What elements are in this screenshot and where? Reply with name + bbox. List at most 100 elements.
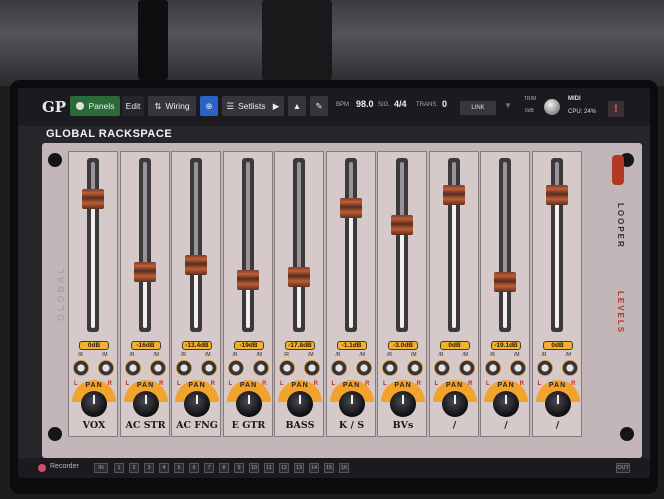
channel-number-button[interactable]: 8 [219,463,229,473]
channel-number-button[interactable]: 5 [174,463,184,473]
fader-cap[interactable] [391,215,413,235]
bpm-value[interactable]: 98.0 [356,99,374,109]
wiring-button[interactable]: ⇅ Wiring [148,96,196,116]
pan-label: PAN [188,382,206,389]
fx-a-button[interactable] [227,360,244,376]
channel-strip: 0dB/R/M L R PAN / [428,151,479,437]
fx-b-button[interactable] [355,360,372,376]
fx-a-button[interactable] [124,360,141,376]
fx-b-button[interactable] [407,360,423,376]
in-label[interactable]: IN [94,463,108,473]
fader-cap[interactable] [494,272,516,292]
fader-track[interactable] [293,158,305,332]
fx-a-button[interactable] [536,360,553,376]
fader-cap[interactable] [133,262,156,282]
fx-a-button[interactable] [73,360,89,376]
fx-b-button[interactable] [98,360,114,376]
fx-b-button[interactable] [458,360,475,376]
channel-number-button[interactable]: 9 [234,463,244,473]
pan-knob[interactable] [544,391,571,417]
fader-track[interactable] [87,158,99,332]
fx-a-label: /R [438,352,444,358]
fader-cap[interactable] [82,189,104,209]
trim-value: 0dB [525,108,534,114]
play-button[interactable]: ▶ [268,96,284,116]
edit-button[interactable]: Edit [122,96,144,116]
fader-track[interactable] [499,158,511,332]
channel-number-button[interactable]: 14 [309,463,319,473]
sig-value[interactable]: 4/4 [394,99,407,109]
channel-number-button[interactable]: 11 [264,463,274,473]
channel-strip: -3.0dB/R/M L R PAN BVs [377,151,427,437]
channel-name: K / S [338,420,365,431]
channel-strip: -1.1dB/R/M L R PAN K / S [325,151,376,437]
pan-knob[interactable] [184,391,210,417]
metronome-button[interactable]: ▲ [288,96,306,116]
fader-cap[interactable] [339,198,362,218]
pan-knob[interactable] [493,391,519,417]
channel-number-button[interactable]: 15 [324,463,334,473]
pan-knob[interactable] [441,391,468,417]
fx-a-button[interactable] [330,360,347,376]
fader-cap[interactable] [236,270,259,290]
fader-track[interactable] [396,158,408,332]
levels-label[interactable]: LEVELS [611,291,625,334]
fx-a-button[interactable] [485,360,501,376]
fx-b-button[interactable] [149,360,166,376]
bpm-label: BPM [336,102,350,108]
pan-knob[interactable] [235,391,262,417]
fader-cap[interactable] [545,185,568,205]
fader-track[interactable] [344,158,357,332]
fx-a-button[interactable] [433,360,450,376]
looper-label[interactable]: LOOPER [611,203,625,249]
fx-b-label: /M [462,352,469,358]
globe-button[interactable]: ⊕ [200,96,218,116]
pan-knob[interactable] [132,391,159,417]
link-button[interactable]: LINK [460,101,496,115]
trans-value[interactable]: 0 [442,99,447,109]
channel-number-button[interactable]: 6 [189,463,199,473]
out-label[interactable]: OUT [616,463,630,473]
tuner-button[interactable]: ✎ [310,96,328,116]
channel-number-button[interactable]: 3 [144,463,154,473]
channel-number-button[interactable]: 12 [279,463,289,473]
panels-label: Panels [88,101,115,111]
fader-track[interactable] [138,158,151,332]
fader-track[interactable] [190,158,202,332]
pan-knob[interactable] [338,391,365,417]
pan-knob[interactable] [81,391,107,417]
fader-cap[interactable] [185,255,207,275]
looper-toggle[interactable] [612,155,624,185]
fx-b-label: /M [565,352,572,358]
channel-number-button[interactable]: 7 [204,463,214,473]
channel-number-button[interactable]: 13 [294,463,304,473]
channel-number-button[interactable]: 10 [249,463,259,473]
channel-name: / [452,420,457,431]
pan-label: PAN [342,382,361,389]
fader-cap[interactable] [442,185,465,205]
fx-b-button[interactable] [510,360,526,376]
trim-knob[interactable] [544,99,560,115]
fx-a-button[interactable] [279,360,295,376]
screw-icon [48,427,62,441]
dropdown-arrow-icon[interactable]: ▼ [504,101,512,110]
pan-label: PAN [136,382,155,389]
setlists-button[interactable]: ☰ Setlists [222,96,270,116]
channel-number-button[interactable]: 2 [129,463,139,473]
fader-cap[interactable] [288,267,310,287]
fx-b-button[interactable] [561,360,578,376]
fx-a-button[interactable] [176,360,192,376]
channel-number-button[interactable]: 4 [159,463,169,473]
fx-b-button[interactable] [201,360,217,376]
pan-knob[interactable] [287,391,313,417]
fx-a-button[interactable] [382,360,398,376]
panels-button[interactable]: Panels [70,96,120,116]
channel-number-button[interactable]: 1 [114,463,124,473]
fx-b-button[interactable] [252,360,269,376]
pan-knob[interactable] [390,391,416,417]
channel-number-button[interactable]: 16 [339,463,349,473]
record-dot-icon[interactable] [38,464,46,472]
fader-track[interactable] [241,158,254,332]
alert-button[interactable]: ! [608,101,624,117]
fx-b-button[interactable] [304,360,320,376]
